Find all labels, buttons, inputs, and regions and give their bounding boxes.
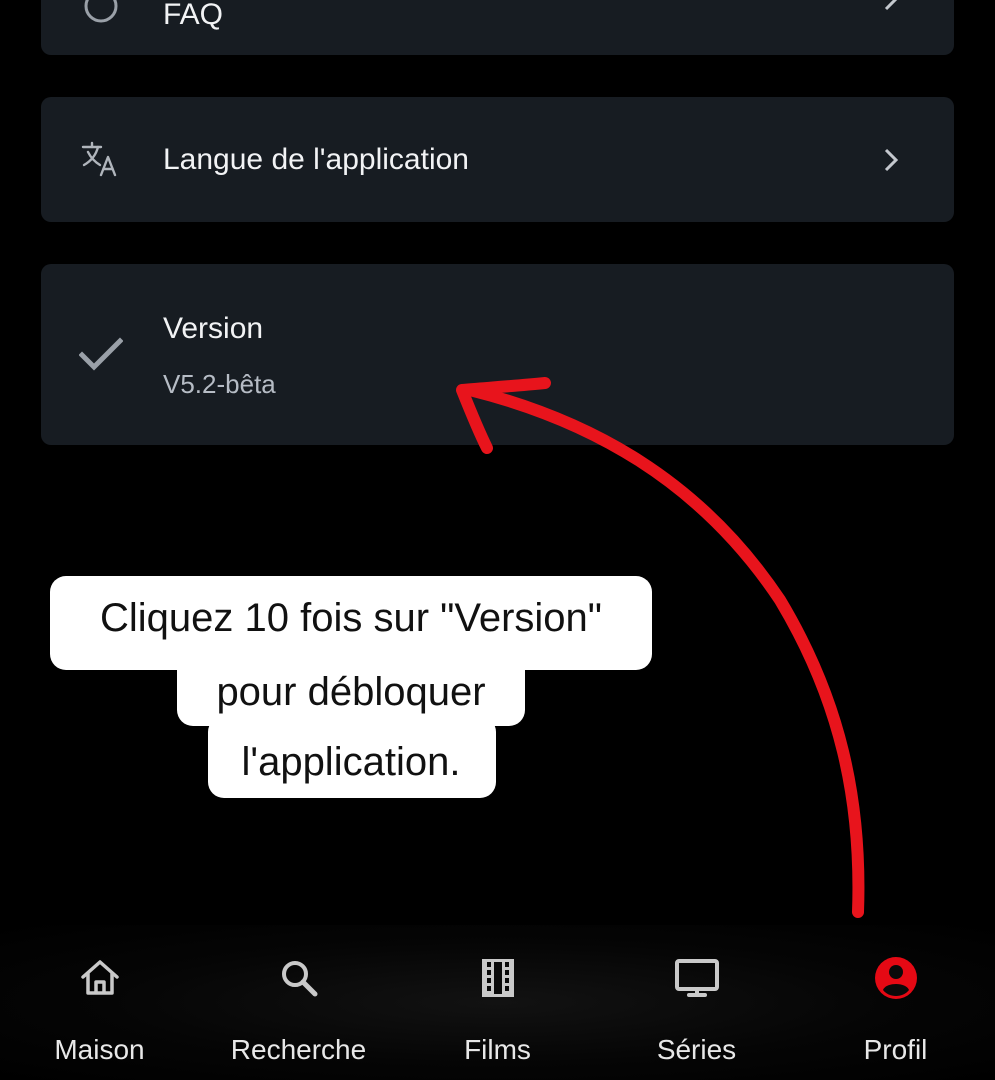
- nav-item-home-label: Maison: [54, 1034, 145, 1065]
- annotation-text-line-3: l'application.: [241, 740, 461, 784]
- chevron-right-icon: [884, 148, 899, 172]
- bottom-navigation-bar: Maison Recherche Films Séries Profil: [0, 925, 995, 1080]
- nav-item-profile-label: Profil: [863, 1034, 928, 1065]
- search-icon: [282, 961, 318, 997]
- settings-item-app-language[interactable]: Langue de l'application: [41, 97, 954, 222]
- nav-item-search[interactable]: Recherche: [199, 925, 398, 1080]
- nav-item-series-label: Séries: [656, 1034, 737, 1065]
- annotation-callout: Cliquez 10 fois sur "Version" pour déblo…: [50, 576, 652, 798]
- chevron-right-icon: [884, 0, 898, 11]
- nav-item-profile[interactable]: Profil: [796, 925, 995, 1080]
- nav-item-home[interactable]: Maison: [0, 925, 199, 1080]
- account-circle-icon: [875, 957, 917, 999]
- annotation-text-line-2: pour débloquer: [216, 670, 486, 714]
- nav-item-series[interactable]: Séries: [597, 925, 796, 1080]
- translate-icon: [81, 141, 117, 177]
- nav-item-films-label: Films: [464, 1034, 531, 1065]
- settings-item-version-label: Version: [163, 312, 264, 345]
- version-number: V5.2-bêta: [163, 369, 276, 399]
- annotation-text-line-1: Cliquez 10 fois sur "Version": [100, 596, 602, 640]
- settings-item-faq[interactable]: FAQ: [41, 0, 954, 55]
- settings-item-app-language-label: Langue de l'application: [163, 143, 469, 176]
- film-icon: [482, 959, 514, 997]
- settings-item-version[interactable]: Version V5.2-bêta: [41, 264, 954, 445]
- nav-item-films[interactable]: Films: [398, 925, 597, 1080]
- check-icon: [79, 337, 123, 371]
- help-circle-icon: [84, 0, 118, 23]
- settings-item-faq-label: FAQ: [163, 0, 224, 31]
- tv-icon: [675, 959, 719, 997]
- nav-item-search-label: Recherche: [230, 1034, 367, 1065]
- home-icon: [81, 960, 119, 995]
